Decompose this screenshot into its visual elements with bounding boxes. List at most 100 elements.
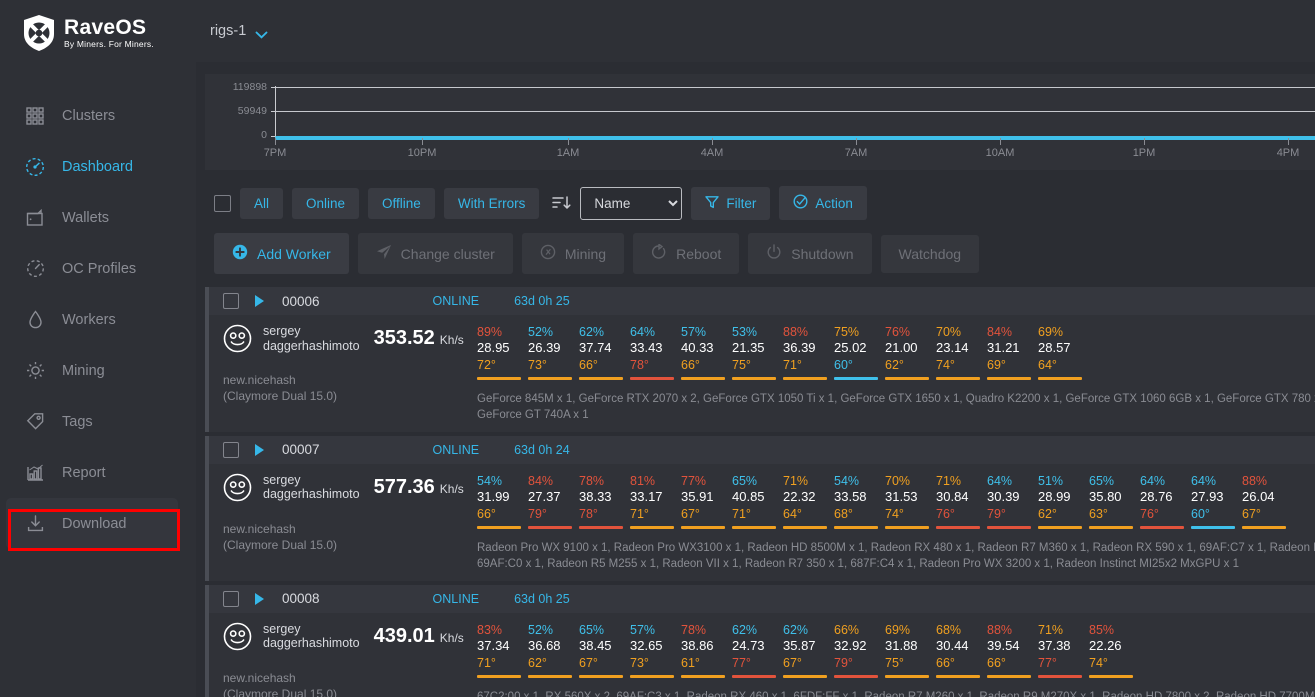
sidebar-item-clusters[interactable]: Clusters — [0, 90, 196, 141]
expand-triangle-icon[interactable] — [255, 443, 264, 456]
gpu-load: 64% — [1140, 473, 1166, 488]
sidebar-item-workers[interactable]: Workers — [0, 294, 196, 345]
mining-button[interactable]: Mining — [521, 233, 625, 274]
expand-triangle-icon[interactable] — [255, 592, 264, 605]
gpu-bar — [834, 525, 878, 529]
worker-checkbox[interactable] — [223, 441, 239, 458]
hashrate-unit: Kh/s — [439, 481, 464, 496]
gpu-stat[interactable]: 52% 36.68 62° — [528, 622, 579, 678]
action-button[interactable]: Action — [779, 186, 867, 220]
sort-icon[interactable] — [552, 195, 571, 211]
gpu-stat[interactable]: 71% 30.84 76° — [936, 473, 987, 529]
gpu-stat[interactable]: 88% 26.04 67° — [1242, 473, 1293, 529]
sidebar-item-report[interactable]: Report — [0, 447, 196, 498]
gpu-hashrate: 35.91 — [681, 488, 714, 504]
gpu-stat[interactable]: 69% 28.57 64° — [1038, 324, 1089, 380]
gpu-stat[interactable]: 62% 35.87 67° — [783, 622, 834, 678]
gpu-stat[interactable]: 64% 27.93 60° — [1191, 473, 1242, 529]
expand-triangle-icon[interactable] — [255, 295, 264, 307]
gpu-stat[interactable]: 57% 40.33 66° — [681, 324, 732, 380]
sidebar-item-dashboard[interactable]: Dashboard — [0, 141, 196, 192]
sidebar-item-download[interactable]: Download — [6, 498, 178, 549]
gpu-stat[interactable]: 64% 33.43 78° — [630, 324, 681, 380]
gpu-stat[interactable]: 57% 32.65 73° — [630, 622, 681, 678]
worker-checkbox[interactable] — [223, 293, 239, 309]
gpu-stat[interactable]: 70% 23.14 74° — [936, 324, 987, 380]
gpu-bar — [732, 674, 776, 678]
gpu-stat[interactable]: 52% 26.39 73° — [528, 324, 579, 380]
gauge-icon — [22, 157, 48, 177]
gpu-stat[interactable]: 65% 38.45 67° — [579, 622, 630, 678]
gpu-stat[interactable]: 75% 25.02 60° — [834, 324, 885, 380]
gpu-stat[interactable]: 83% 37.34 71° — [477, 622, 528, 678]
change-cluster-button[interactable]: Change cluster — [357, 233, 513, 274]
tab-offline[interactable]: Offline — [368, 187, 435, 219]
gpu-stat[interactable]: 68% 30.44 66° — [936, 622, 987, 678]
gpu-stat[interactable]: 66% 32.92 79° — [834, 622, 885, 678]
gpu-panel: 83% 37.34 71° 52% 36.68 62° 65% 38.45 67° 57% 3… — [477, 622, 1315, 697]
add-worker-button[interactable]: Add Worker — [214, 233, 349, 274]
worker-checkbox[interactable] — [223, 590, 239, 607]
rig-selector-label: rigs-1 — [210, 23, 247, 39]
gpu-stat[interactable]: 84% 31.21 69° — [987, 324, 1038, 380]
gpu-stat[interactable]: 71% 22.32 64° — [783, 473, 834, 529]
gpu-stat[interactable]: 64% 30.39 79° — [987, 473, 1038, 529]
gpu-load: 52% — [528, 622, 554, 637]
x-tick-mark — [1144, 138, 1145, 145]
gpu-stat[interactable]: 78% 38.33 78° — [579, 473, 630, 529]
gpu-stat[interactable]: 62% 37.74 66° — [579, 324, 630, 380]
gpu-stat[interactable]: 84% 27.37 79° — [528, 473, 579, 529]
gpu-stat[interactable]: 62% 24.73 77° — [732, 622, 783, 678]
gpu-stat[interactable]: 77% 35.91 67° — [681, 473, 732, 529]
gpu-stat[interactable]: 89% 28.95 72° — [477, 324, 528, 380]
gpu-stat[interactable]: 88% 39.54 66° — [987, 622, 1038, 678]
gpu-stat-row: 54% 31.99 66° 84% 27.37 79° 78% 38.33 78° 81% 3… — [477, 473, 1315, 529]
pool-info: new.nicehash (Claymore Dual 15.0) — [223, 372, 477, 404]
filter-button[interactable]: Filter — [691, 186, 771, 220]
gpu-stat[interactable]: 65% 35.80 63° — [1089, 473, 1140, 529]
tab-online[interactable]: Online — [292, 187, 360, 219]
gpu-stat[interactable]: 65% 40.85 71° — [732, 473, 783, 529]
gpu-bar — [783, 525, 827, 529]
uptime: 63d 0h 25 — [514, 591, 570, 606]
watchdog-button[interactable]: Watchdog — [880, 234, 980, 273]
shutdown-button[interactable]: Shutdown — [748, 233, 872, 274]
gpu-load: 71% — [936, 473, 962, 488]
gpu-stat[interactable]: 64% 28.76 76° — [1140, 473, 1191, 529]
gpu-stat[interactable]: 51% 28.99 62° — [1038, 473, 1089, 529]
gpu-hashrate: 39.54 — [987, 637, 1020, 653]
gpu-stat[interactable]: 71% 37.38 77° — [1038, 622, 1089, 678]
gpu-load: 62% — [579, 325, 605, 339]
gpu-stat[interactable]: 54% 31.99 66° — [477, 473, 528, 529]
gpu-stat[interactable]: 69% 31.88 75° — [885, 622, 936, 678]
avatar — [223, 324, 252, 353]
sort-select[interactable]: Name — [580, 186, 683, 220]
gpu-temp: 62° — [1038, 506, 1057, 521]
gpu-stat[interactable]: 54% 33.58 68° — [834, 473, 885, 529]
gpu-temp: 77° — [1038, 655, 1057, 670]
reboot-button[interactable]: Reboot — [633, 233, 740, 274]
gpu-stat[interactable]: 78% 38.86 61° — [681, 622, 732, 678]
gpu-stat[interactable]: 88% 36.39 71° — [783, 324, 834, 380]
gpu-hashrate: 31.99 — [477, 488, 510, 504]
gpu-stat[interactable]: 76% 21.00 62° — [885, 324, 936, 380]
miner-version: (Claymore Dual 15.0) — [223, 389, 338, 404]
sidebar-item-wallets[interactable]: Wallets — [0, 192, 196, 243]
tab-with-errors[interactable]: With Errors — [443, 187, 540, 219]
gpu-stat[interactable]: 85% 22.26 74° — [1089, 622, 1140, 678]
gpu-stat[interactable]: 70% 31.53 74° — [885, 473, 936, 529]
sidebar-item-oc-profiles[interactable]: OC Profiles — [0, 243, 196, 294]
select-all-checkbox[interactable] — [214, 194, 231, 212]
gpu-stat[interactable]: 53% 21.35 75° — [732, 324, 783, 380]
gpu-stat[interactable]: 81% 33.17 71° — [630, 473, 681, 529]
gpu-bar — [630, 674, 674, 678]
worker-card: 00006 ONLINE 63d 0h 25 sergey daggerhash… — [205, 287, 1315, 432]
sidebar-item-label: Dashboard — [62, 158, 133, 175]
gpu-load: 89% — [477, 325, 503, 339]
sidebar-item-tags[interactable]: Tags — [0, 396, 196, 447]
tab-all[interactable]: All — [240, 187, 284, 219]
gpu-bar — [1140, 525, 1184, 529]
sidebar-item-mining[interactable]: Mining — [0, 345, 196, 396]
pool-name: new.nicehash — [223, 521, 296, 536]
rig-selector[interactable]: rigs-1 — [210, 23, 268, 39]
